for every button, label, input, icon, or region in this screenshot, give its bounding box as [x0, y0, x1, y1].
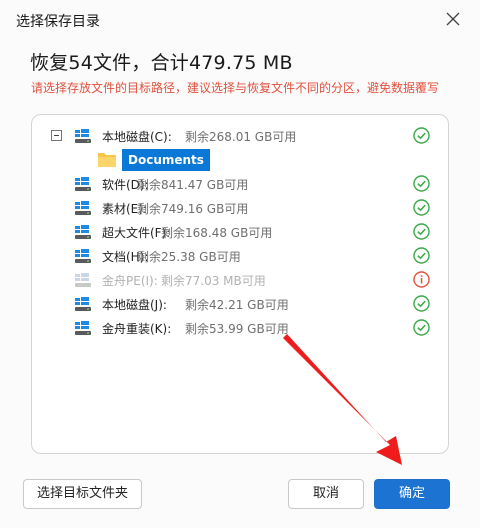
drive-label: 金舟PE(I):: [102, 274, 158, 288]
tree-item-drive-c[interactable]: 本地磁盘(C): 剩余268.01 GB可用: [32, 125, 448, 147]
collapse-icon[interactable]: [51, 130, 62, 141]
tree-item-drive[interactable]: 超大文件(F): 剩余168.48 GB可用: [32, 221, 448, 243]
check-circle-icon: [413, 295, 430, 312]
drive-label: 金舟重装(K):: [102, 322, 172, 336]
check-circle-icon: [413, 175, 430, 192]
selected-folder-label[interactable]: Documents: [122, 149, 210, 171]
drive-icon: [75, 177, 91, 191]
drive-label: 本地磁盘(C):: [102, 130, 172, 144]
tree-item-drive: 金舟PE(I): 剩余77.03 MB可用: [32, 269, 448, 291]
folder-icon: [98, 153, 116, 167]
drive-free-space: 剩余841.47 GB可用: [137, 178, 249, 192]
drive-free-space: 剩余42.21 GB可用: [185, 298, 289, 312]
tree-item-drive[interactable]: 本地磁盘(J): 剩余42.21 GB可用: [32, 293, 448, 315]
tree-item-drive[interactable]: 素材(E): 剩余749.16 GB可用: [32, 197, 448, 219]
close-icon[interactable]: [446, 12, 460, 26]
drive-icon: [75, 273, 91, 287]
drive-tree: 本地磁盘(C): 剩余268.01 GB可用 Documents 软件(D): …: [31, 114, 449, 454]
drive-free-space: 剩余53.99 GB可用: [185, 322, 289, 336]
check-circle-icon: [413, 247, 430, 264]
cancel-button[interactable]: 取消: [288, 479, 364, 509]
drive-icon: [75, 129, 91, 143]
drive-free-space: 剩余268.01 GB可用: [185, 130, 297, 144]
drive-free-space: 剩余749.16 GB可用: [137, 202, 249, 216]
drive-icon: [75, 297, 91, 311]
confirm-button[interactable]: 确定: [374, 479, 450, 509]
drive-free-space: 剩余168.48 GB可用: [161, 226, 273, 240]
summary-heading: 恢复54文件，合计479.75 MB: [30, 52, 293, 74]
check-circle-icon: [413, 199, 430, 216]
info-circle-icon: [413, 271, 430, 288]
drive-icon: [75, 321, 91, 335]
check-circle-icon: [413, 223, 430, 240]
drive-free-space: 剩余25.38 GB可用: [137, 250, 241, 264]
drive-label: 本地磁盘(J):: [102, 298, 167, 312]
drive-free-space: 剩余77.03 MB可用: [161, 274, 266, 288]
check-circle-icon: [413, 319, 430, 336]
drive-icon: [75, 225, 91, 239]
tree-item-drive[interactable]: 文档(H): 剩余25.38 GB可用: [32, 245, 448, 267]
tree-item-drive[interactable]: 软件(D): 剩余841.47 GB可用: [32, 173, 448, 195]
tree-item-drive[interactable]: 金舟重装(K): 剩余53.99 GB可用: [32, 317, 448, 339]
drive-icon: [75, 249, 91, 263]
choose-target-folder-button[interactable]: 选择目标文件夹: [23, 479, 142, 509]
dialog-title: 选择保存目录: [16, 14, 100, 30]
warning-text: 请选择存放文件的目标路径，建议选择与恢复文件不同的分区，避免数据覆写: [31, 81, 440, 95]
check-circle-icon: [413, 127, 430, 144]
drive-icon: [75, 201, 91, 215]
